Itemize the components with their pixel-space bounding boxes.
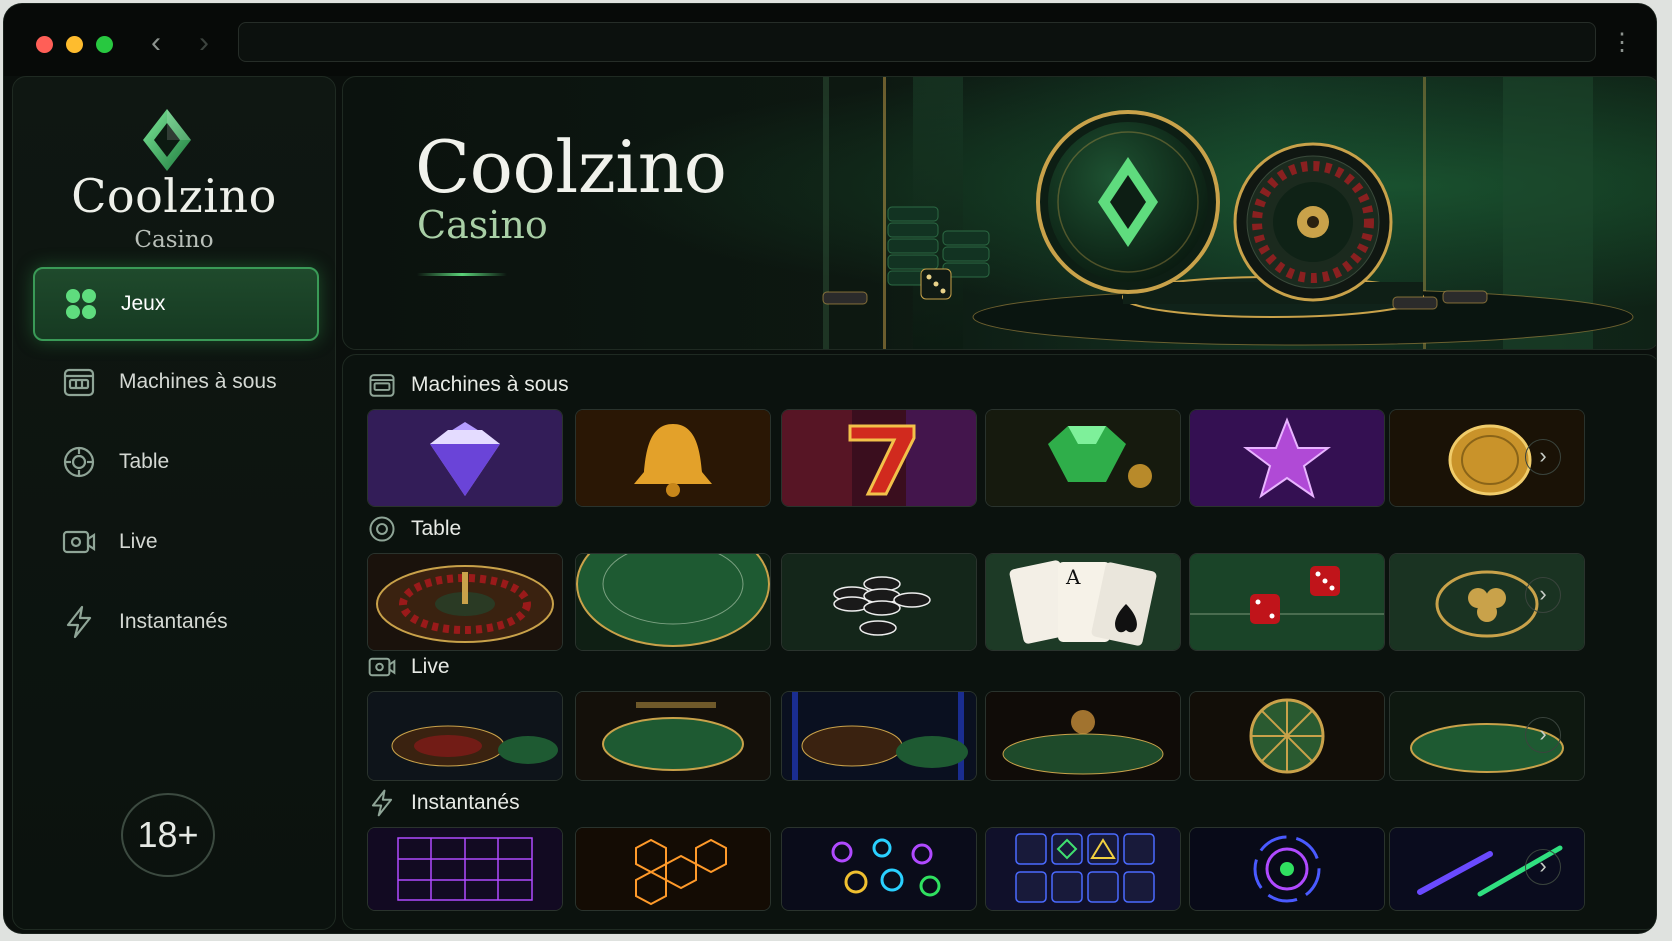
sidebar-item-label: Live [119,530,158,553]
minimize-window-button[interactable] [66,36,83,53]
sidebar-item-label: Jeux [121,292,166,315]
sidebar-item-machines[interactable]: Machines à sous [33,347,315,417]
game-tile-bell[interactable] [575,409,771,507]
game-tile-diamond[interactable] [367,409,563,507]
scroll-right-button[interactable]: › [1525,577,1561,613]
camera-icon [367,652,397,682]
game-tile-emerald[interactable] [985,409,1181,507]
game-tile-live-wheel[interactable] [1189,691,1385,781]
section-header-table: Table [367,513,461,545]
address-bar[interactable] [238,22,1596,62]
game-tile-live-baccarat-room[interactable] [985,691,1181,781]
slot-machine-icon [61,364,97,400]
game-tile-live-roulette-neon[interactable] [781,691,977,781]
section-title: Table [411,517,462,540]
more-options-icon[interactable]: ⋮ [1610,28,1634,58]
sidebar-item-label: Machines à sous [119,370,277,393]
game-tile-live-blackjack-room[interactable] [575,691,771,781]
slot-machine-icon [367,370,397,400]
chip-icon [367,514,397,544]
hero-divider [417,273,507,276]
hero-title: Coolzino [415,125,727,209]
hero-banner: Coolzino Casino [342,76,1656,350]
game-tile-blackjack-table[interactable] [575,553,771,651]
section-title: Instantanés [411,791,520,814]
age-restriction-badge: 18+ [121,793,215,877]
scroll-right-button[interactable]: › [1525,717,1561,753]
hero-casino-illustration [822,77,1634,349]
section-title: Live [411,655,450,678]
game-tile-star[interactable] [1189,409,1385,507]
sidebar-item-jeux[interactable]: Jeux [33,267,319,341]
game-tile-symbol-grid[interactable] [985,827,1181,911]
browser-toolbar: ‹ › ⋮ [4,4,1656,76]
section-header-machines: Machines à sous [367,369,569,401]
game-sections: Machines à sous › Table A › Live › Insta… [342,354,1656,930]
sidebar-item-table[interactable]: Table [33,427,315,497]
scroll-right-button[interactable]: › [1525,439,1561,475]
game-tile-hexagons[interactable] [575,827,771,911]
game-tile-roulette[interactable] [367,553,563,651]
sidebar-item-label: Instantanés [119,610,228,633]
game-tile-aces-cards[interactable]: A [985,553,1181,651]
lightning-icon [367,788,397,818]
hero-subtitle: Casino [417,203,548,247]
sidebar-item-live[interactable]: Live [33,507,315,577]
sidebar-item-instantanes[interactable]: Instantanés [33,587,315,657]
logo-subtitle: Casino [134,227,214,253]
game-tile-neon-target[interactable] [1189,827,1385,911]
game-tile-neon-grid[interactable] [367,827,563,911]
close-window-button[interactable] [36,36,53,53]
sidebar-item-label: Table [119,450,170,473]
forward-arrow-icon[interactable]: › [190,28,218,60]
sidebar: Coolzino Casino Jeux Machines à sous Tab… [12,76,336,930]
game-tile-poker-chips[interactable] [781,553,977,651]
game-tile-craps-dice[interactable] [1189,553,1385,651]
lightning-icon [61,604,97,640]
chip-icon [61,444,97,480]
svg-text:A: A [1065,565,1081,589]
diamond-logo-icon [143,109,191,171]
game-tile-seven[interactable] [781,409,977,507]
logo-name: Coolzino [71,169,277,223]
maximize-window-button[interactable] [96,36,113,53]
section-title: Machines à sous [411,373,569,396]
game-tile-neon-orbs[interactable] [781,827,977,911]
back-arrow-icon[interactable]: ‹ [142,28,170,60]
game-tile-live-roulette-room[interactable] [367,691,563,781]
scroll-right-button[interactable]: › [1525,849,1561,885]
camera-icon [61,524,97,560]
grid-icon [63,286,99,322]
section-header-instantanes: Instantanés [367,787,520,819]
section-header-live: Live [367,651,450,683]
browser-window: ‹ › ⋮ Coolzino Casino Jeux Machines à so… [4,4,1656,933]
